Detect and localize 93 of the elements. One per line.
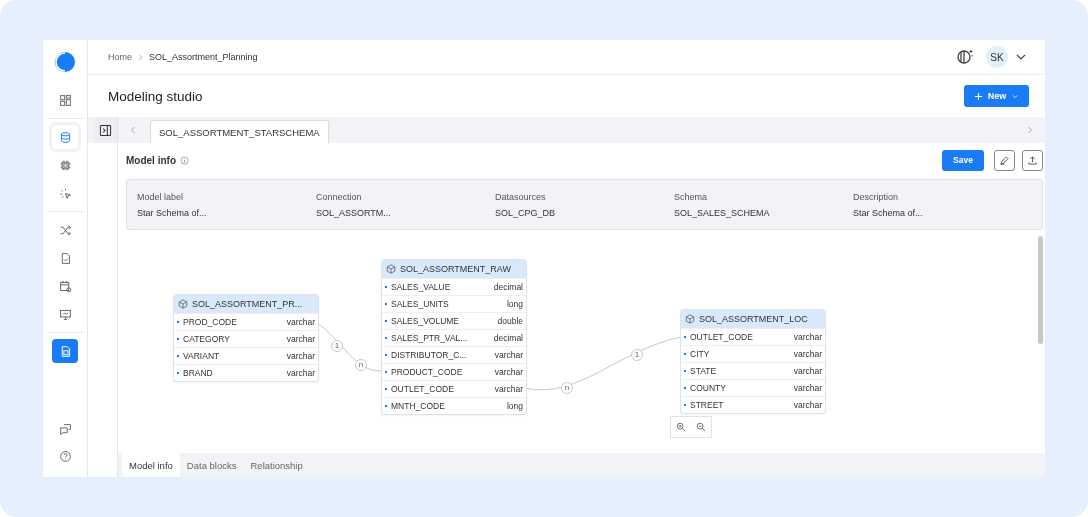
column-type: double — [497, 316, 523, 326]
database-icon — [58, 130, 72, 144]
column-type: varchar — [494, 367, 523, 377]
cardinality-label: n — [561, 382, 573, 394]
table-name: SOL_ASSORTMENT_LOC — [699, 314, 808, 324]
section-title: Model info — [126, 154, 176, 166]
chip-icon — [58, 158, 72, 172]
save-button[interactable]: Save — [942, 149, 984, 171]
bottom-tab[interactable]: Data blocks — [179, 453, 244, 477]
column-type: varchar — [793, 400, 822, 410]
logo-icon — [55, 52, 75, 72]
field-value: SOL_ASSORTM... — [316, 207, 392, 218]
column-name: STATE — [690, 366, 717, 376]
upload-icon — [1027, 154, 1038, 166]
field-label: Schema — [674, 191, 709, 202]
field-label: Description — [853, 191, 900, 202]
column-name: SALES_VOLUME — [391, 316, 460, 326]
user-avatar[interactable]: SK — [986, 46, 1008, 68]
cube-icon — [386, 264, 396, 274]
cube-icon — [685, 314, 695, 324]
chat-icon[interactable] — [58, 423, 72, 436]
cardinality-label: n — [355, 359, 367, 371]
field-label: Datasources — [495, 191, 547, 202]
sidebar-item[interactable] — [52, 125, 78, 149]
new-button[interactable]: New — [964, 85, 1029, 107]
table-node[interactable]: SOL_ASSORTMENT_RAW SALES_VALUE decimal SALES_UNITS long SALES_VOLUME double SALES_PTR_VAL... decimal DISTRIBUTOR_C... varchar PRODUCT_CODE varchar OUTLET_CODE varchar MNTH_CODE long — [381, 259, 527, 415]
cursor-sparkle-icon — [58, 186, 72, 200]
cardinality-label: 1 — [331, 340, 343, 352]
table-node[interactable]: SOL_ASSORTMENT_LOC OUTLET_CODE varchar CITY varchar STATE varchar COUNTY varchar STREET varchar — [680, 309, 826, 414]
column-name: CITY — [690, 349, 710, 359]
zoom-in-icon[interactable] — [676, 422, 686, 432]
column-name: SALES_VALUE — [391, 282, 451, 292]
column-type: varchar — [793, 383, 822, 393]
zoom-out-icon[interactable] — [696, 422, 706, 432]
theme-icon[interactable] — [956, 49, 974, 65]
column-type: long — [506, 299, 523, 309]
bottom-tab[interactable]: Model info — [122, 453, 180, 477]
plus-icon — [973, 91, 983, 101]
monitor-icon — [58, 307, 72, 321]
column-name: STREET — [690, 400, 724, 410]
bottom-tab[interactable]: Relationship — [243, 453, 310, 477]
panel-toggle-button[interactable] — [94, 117, 118, 143]
column-type: varchar — [286, 368, 315, 378]
column-name: COUNTY — [690, 383, 726, 393]
help-icon[interactable] — [58, 450, 72, 463]
column-name: DISTRIBUTOR_C... — [391, 350, 467, 360]
table-node[interactable]: SOL_ASSORTMENT_PR... PROD_CODE varchar CATEGORY varchar VARIANT varchar BRAND varchar — [173, 294, 319, 382]
field-value: Star Schema of... — [137, 207, 208, 218]
cube-icon — [178, 299, 188, 309]
field-label: Model label — [137, 191, 185, 202]
column-type: varchar — [286, 334, 315, 344]
pencil-icon — [999, 154, 1010, 166]
column-type: varchar — [286, 351, 315, 361]
field-value: Star Schema of... — [853, 207, 924, 218]
column-type: varchar — [494, 384, 523, 394]
column-type: varchar — [793, 349, 822, 359]
info-icon — [180, 155, 189, 165]
shuffle-icon — [58, 223, 72, 237]
cardinality-label: 1 — [631, 349, 643, 361]
chevron-down-icon[interactable] — [1016, 54, 1026, 60]
column-name: CATEGORY — [183, 334, 230, 344]
column-name: OUTLET_CODE — [391, 384, 454, 394]
table-name: SOL_ASSORTMENT_PR... — [192, 299, 303, 309]
column-type: varchar — [286, 317, 315, 327]
column-type: varchar — [793, 366, 822, 376]
export-button[interactable] — [1022, 149, 1043, 171]
field-value: SOL_SALES_SCHEMA — [674, 207, 771, 218]
column-name: PRODUCT_CODE — [391, 367, 463, 377]
column-name: SALES_UNITS — [391, 299, 449, 309]
grid-icon — [58, 93, 72, 107]
table-name: SOL_ASSORTMENT_RAW — [400, 264, 512, 274]
panel-icon — [99, 123, 112, 137]
column-type: decimal — [493, 282, 523, 292]
breadcrumb-link[interactable]: Home — [108, 52, 132, 62]
column-type: long — [506, 401, 523, 411]
edit-button[interactable] — [994, 149, 1015, 171]
column-name: OUTLET_CODE — [690, 332, 753, 342]
column-type: varchar — [494, 350, 523, 360]
chevron-right-icon — [138, 53, 143, 61]
column-name: BRAND — [183, 368, 213, 378]
column-name: PROD_CODE — [183, 317, 237, 327]
column-name: VARIANT — [183, 351, 220, 361]
field-label: Connection — [316, 191, 363, 202]
column-name: MNTH_CODE — [391, 401, 445, 411]
chevron-down-icon — [1011, 93, 1020, 99]
field-value: SOL_CPG_DB — [495, 207, 557, 218]
column-type: varchar — [793, 332, 822, 342]
calendar-icon — [58, 279, 72, 293]
sidebar-item[interactable] — [52, 339, 78, 363]
column-name: SALES_PTR_VAL... — [391, 333, 468, 343]
page-title: Modeling studio — [108, 88, 203, 104]
model-tab[interactable]: SOL_ASSORTMENT_STARSCHEMA — [150, 120, 329, 143]
column-type: decimal — [493, 333, 523, 343]
